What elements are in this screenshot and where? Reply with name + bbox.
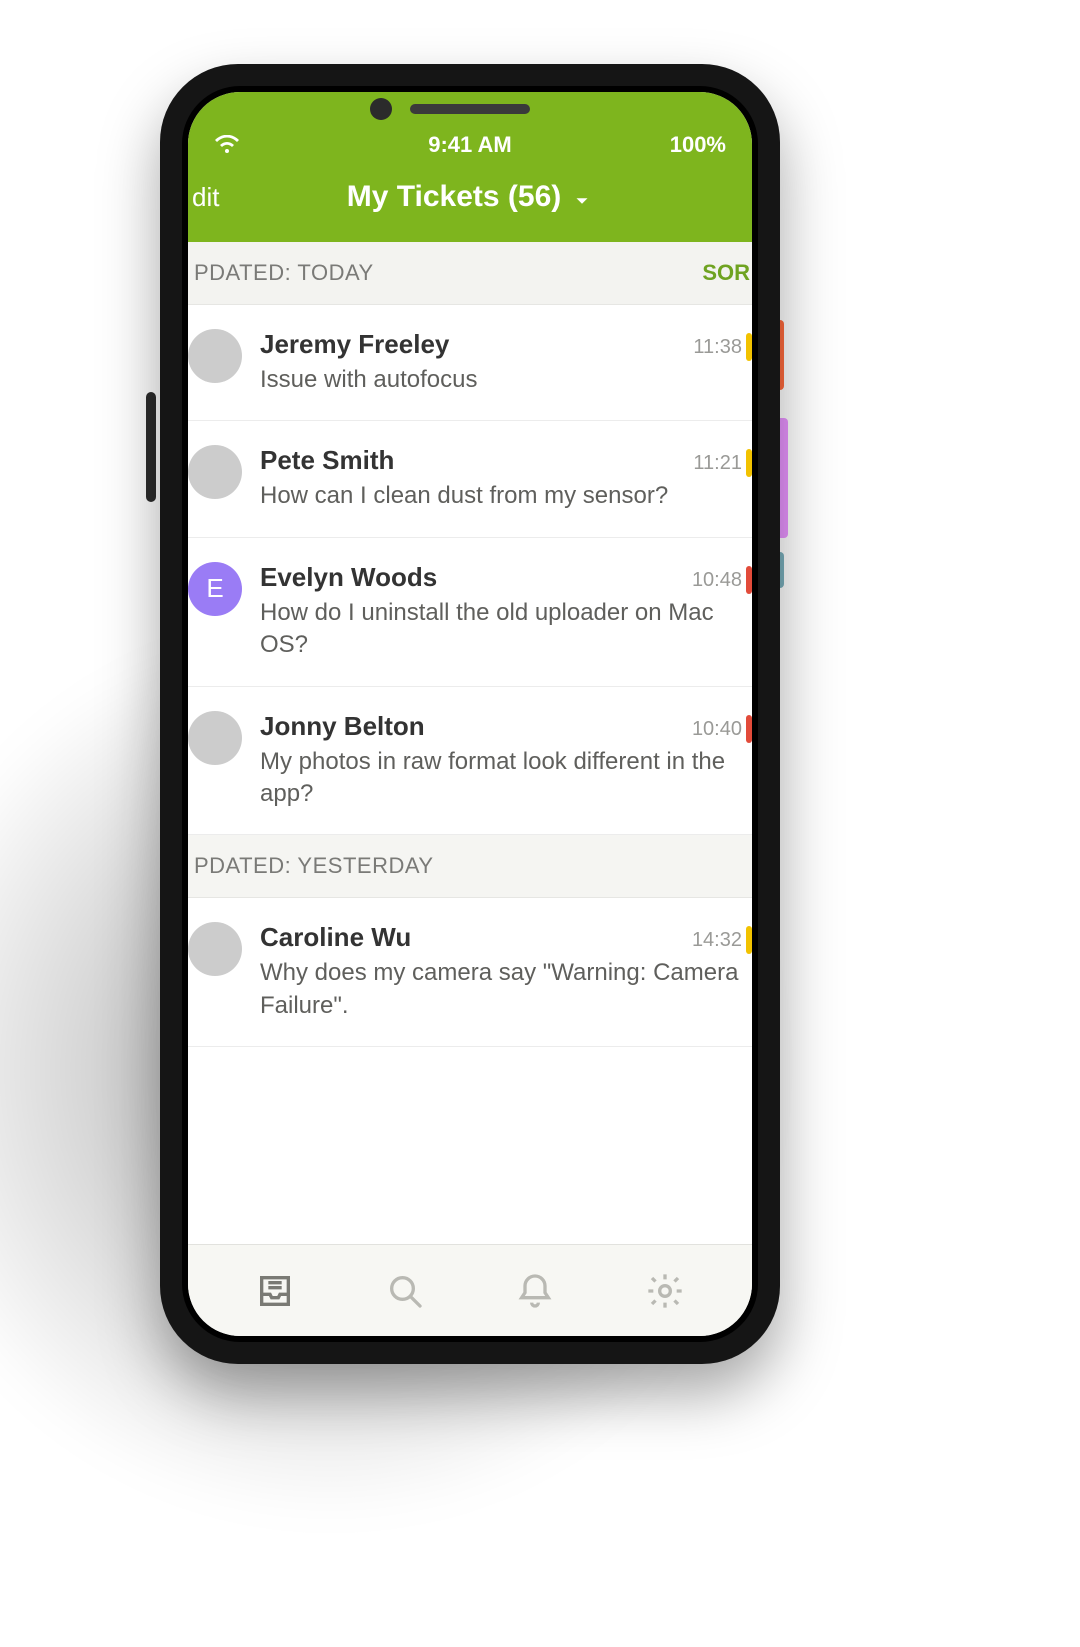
chevron-down-icon (571, 186, 593, 208)
ticket-name: Caroline Wu (260, 922, 411, 953)
phone-frame: 9:41 AM 100% dit My Tickets (56) (160, 64, 780, 1364)
avatar (188, 445, 242, 499)
ticket-name: Evelyn Woods (260, 562, 437, 593)
avatar: E (188, 562, 242, 616)
tab-inbox[interactable] (255, 1271, 295, 1311)
ticket-name: Jeremy Freeley (260, 329, 449, 360)
phone-side-button-left (146, 392, 156, 502)
tab-settings[interactable] (645, 1271, 685, 1311)
ticket-row[interactable]: Jonny Belton 10:40 My photos in raw format… (188, 687, 752, 836)
ticket-row[interactable]: Pete Smith 11:21 How can I clean dust from… (188, 421, 752, 537)
status-bar: 9:41 AM 100% (188, 128, 752, 160)
view-switcher[interactable]: My Tickets (56) (347, 180, 594, 214)
ticket-time: 11:21 (693, 452, 742, 475)
ticket-row[interactable]: Jeremy Freeley 11:38 Issue with autofocus (188, 305, 752, 421)
status-indicator (746, 715, 752, 743)
ticket-body: Caroline Wu 14:32 Why does my camera say "… (260, 922, 742, 1022)
ticket-body: Jonny Belton 10:40 My photos in raw format… (260, 711, 742, 811)
ticket-row[interactable]: E Evelyn Woods 10:48 How do I uninstall the… (188, 538, 752, 687)
section-label: PDATED: YESTERDAY (194, 853, 434, 879)
ticket-body: Jeremy Freeley 11:38 Issue with autofocus (260, 329, 742, 396)
ticket-body: Pete Smith 11:21 How can I clean dust from… (260, 445, 742, 512)
tab-notifications[interactable] (515, 1271, 555, 1311)
status-indicator (746, 333, 752, 361)
tab-bar (188, 1244, 752, 1336)
avatar (188, 329, 242, 383)
page-title: My Tickets (56) (347, 180, 562, 214)
avatar (188, 711, 242, 765)
ticket-time: 10:48 (692, 569, 742, 592)
screen: 9:41 AM 100% dit My Tickets (56) (188, 92, 752, 1336)
tab-search[interactable] (385, 1271, 425, 1311)
ticket-name: Pete Smith (260, 445, 394, 476)
sort-button[interactable]: SOR (702, 260, 752, 286)
app-header: 9:41 AM 100% dit My Tickets (56) (188, 92, 752, 242)
ticket-subject: How can I clean dust from my sensor? (260, 480, 742, 512)
section-header-today: PDATED: TODAY SOR (188, 242, 752, 305)
status-indicator (746, 926, 752, 954)
status-time: 9:41 AM (304, 132, 636, 158)
section-header-yesterday: PDATED: YESTERDAY (188, 835, 752, 898)
status-indicator (746, 449, 752, 477)
ticket-subject: How do I uninstall the old uploader on M… (260, 597, 742, 662)
ticket-name: Jonny Belton (260, 711, 425, 742)
ticket-list[interactable]: Jeremy Freeley 11:38 Issue with autofocus P… (188, 305, 752, 1244)
phone-camera-dot (370, 98, 392, 120)
ticket-time: 11:38 (693, 336, 742, 359)
ticket-subject: My photos in raw format look different i… (260, 746, 742, 811)
wifi-icon (214, 135, 240, 155)
section-label: PDATED: TODAY (194, 260, 374, 286)
status-battery: 100% (670, 132, 726, 158)
ticket-row[interactable]: Caroline Wu 14:32 Why does my camera say "… (188, 898, 752, 1047)
status-indicator (746, 566, 752, 594)
avatar (188, 922, 242, 976)
ticket-body: Evelyn Woods 10:48 How do I uninstall the … (260, 562, 742, 662)
ticket-time: 10:40 (692, 718, 742, 741)
edit-button[interactable]: dit (188, 182, 219, 213)
ticket-subject: Issue with autofocus (260, 364, 742, 396)
ticket-subject: Why does my camera say "Warning: Camera … (260, 957, 742, 1022)
phone-earpiece (410, 104, 530, 114)
nav-bar: dit My Tickets (56) (188, 160, 752, 242)
ticket-time: 14:32 (692, 929, 742, 952)
